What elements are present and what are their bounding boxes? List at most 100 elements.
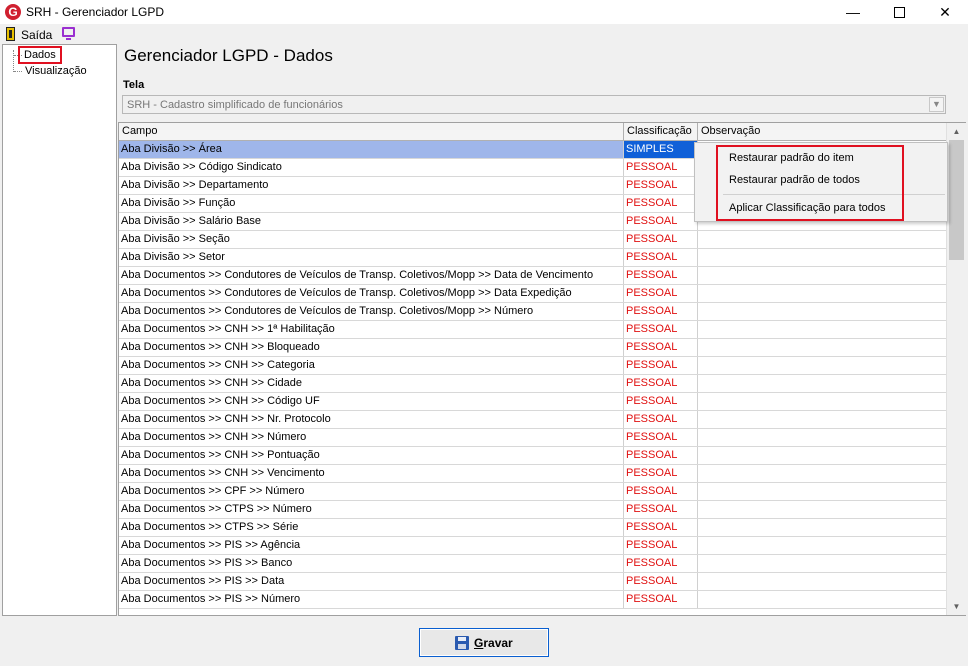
cell-observacao[interactable]: [698, 393, 947, 410]
cell-observacao[interactable]: [698, 357, 947, 374]
cell-observacao[interactable]: [698, 303, 947, 320]
table-row[interactable]: Aba Documentos >> CTPS >> Série PESSOAL: [119, 519, 947, 537]
cell-classificacao[interactable]: PESSOAL: [624, 249, 698, 266]
cell-classificacao[interactable]: PESSOAL: [624, 267, 698, 284]
minimize-button[interactable]: —: [830, 0, 876, 24]
close-button[interactable]: ✕: [922, 0, 968, 24]
cell-classificacao[interactable]: PESSOAL: [624, 375, 698, 392]
cell-classificacao[interactable]: PESSOAL: [624, 429, 698, 446]
cell-classificacao[interactable]: PESSOAL: [624, 393, 698, 410]
table-row[interactable]: Aba Documentos >> PIS >> Número PESSOAL: [119, 591, 947, 609]
cell-observacao[interactable]: [698, 339, 947, 356]
cell-campo[interactable]: Aba Divisão >> Departamento: [119, 177, 624, 194]
cell-campo[interactable]: Aba Documentos >> CPF >> Número: [119, 483, 624, 500]
chevron-down-icon[interactable]: ▼: [929, 97, 944, 112]
table-row[interactable]: Aba Documentos >> CNH >> Categoria PESSOA…: [119, 357, 947, 375]
table-row[interactable]: Aba Documentos >> CNH >> Número PESSOAL: [119, 429, 947, 447]
table-row[interactable]: Aba Documentos >> PIS >> Data PESSOAL: [119, 573, 947, 591]
tela-select[interactable]: SRH - Cadastro simplificado de funcionár…: [122, 95, 946, 114]
cell-campo[interactable]: Aba Documentos >> Condutores de Veículos…: [119, 285, 624, 302]
cell-campo[interactable]: Aba Documentos >> CNH >> Bloqueado: [119, 339, 624, 356]
cell-observacao[interactable]: [698, 573, 947, 590]
cell-classificacao[interactable]: PESSOAL: [624, 573, 698, 590]
table-row[interactable]: Aba Documentos >> CNH >> Pontuação PESSOA…: [119, 447, 947, 465]
table-row[interactable]: Aba Documentos >> PIS >> Banco PESSOAL: [119, 555, 947, 573]
cell-classificacao[interactable]: PESSOAL: [624, 411, 698, 428]
cell-observacao[interactable]: [698, 267, 947, 284]
cell-campo[interactable]: Aba Documentos >> CNH >> Número: [119, 429, 624, 446]
tree-item-dados[interactable]: Dados: [18, 46, 62, 64]
cell-campo[interactable]: Aba Documentos >> PIS >> Banco: [119, 555, 624, 572]
cell-classificacao[interactable]: PESSOAL: [624, 465, 698, 482]
cell-observacao[interactable]: [698, 501, 947, 518]
cell-observacao[interactable]: [698, 537, 947, 554]
cell-campo[interactable]: Aba Divisão >> Código Sindicato: [119, 159, 624, 176]
cell-campo[interactable]: Aba Documentos >> Condutores de Veículos…: [119, 267, 624, 284]
cell-campo[interactable]: Aba Documentos >> PIS >> Agência: [119, 537, 624, 554]
cell-classificacao[interactable]: PESSOAL: [624, 537, 698, 554]
cell-classificacao[interactable]: PESSOAL: [624, 321, 698, 338]
table-row[interactable]: Aba Documentos >> Condutores de Veículos…: [119, 303, 947, 321]
cell-campo[interactable]: Aba Divisão >> Seção: [119, 231, 624, 248]
cell-campo[interactable]: Aba Documentos >> Condutores de Veículos…: [119, 303, 624, 320]
cell-observacao[interactable]: [698, 249, 947, 266]
table-row[interactable]: Aba Divisão >> Seção PESSOAL: [119, 231, 947, 249]
monitor-icon[interactable]: [62, 27, 75, 40]
cell-observacao[interactable]: [698, 321, 947, 338]
tree-item-visualizacao[interactable]: Visualização: [25, 65, 87, 77]
cell-campo[interactable]: Aba Documentos >> CNH >> 1ª Habilitação: [119, 321, 624, 338]
cell-campo[interactable]: Aba Documentos >> CNH >> Nr. Protocolo: [119, 411, 624, 428]
gravar-button[interactable]: Gravar: [419, 628, 549, 657]
exit-door-icon[interactable]: [6, 27, 15, 41]
table-row[interactable]: Aba Documentos >> CTPS >> Número PESSOAL: [119, 501, 947, 519]
cell-classificacao[interactable]: PESSOAL: [624, 591, 698, 608]
cell-classificacao[interactable]: PESSOAL: [624, 159, 698, 176]
cell-classificacao[interactable]: PESSOAL: [624, 519, 698, 536]
table-row[interactable]: Aba Documentos >> CPF >> Número PESSOAL: [119, 483, 947, 501]
cell-observacao[interactable]: [698, 429, 947, 446]
column-header-observacao[interactable]: Observação: [698, 123, 947, 140]
cell-classificacao[interactable]: PESSOAL: [624, 357, 698, 374]
table-row[interactable]: Aba Documentos >> CNH >> Bloqueado PESSOA…: [119, 339, 947, 357]
cell-observacao[interactable]: [698, 411, 947, 428]
table-row[interactable]: Aba Documentos >> Condutores de Veículos…: [119, 267, 947, 285]
cell-campo[interactable]: Aba Divisão >> Função: [119, 195, 624, 212]
cell-observacao[interactable]: [698, 465, 947, 482]
cell-campo[interactable]: Aba Documentos >> PIS >> Número: [119, 591, 624, 608]
cell-classificacao[interactable]: PESSOAL: [624, 285, 698, 302]
table-row[interactable]: Aba Documentos >> CNH >> Nr. Protocolo PE…: [119, 411, 947, 429]
cell-campo[interactable]: Aba Documentos >> CTPS >> Número: [119, 501, 624, 518]
cell-campo[interactable]: Aba Documentos >> CNH >> Categoria: [119, 357, 624, 374]
grid-vertical-scrollbar[interactable]: ▲ ▼: [946, 123, 966, 615]
cell-classificacao[interactable]: PESSOAL: [624, 555, 698, 572]
table-row[interactable]: Aba Documentos >> Condutores de Veículos…: [119, 285, 947, 303]
cell-classificacao[interactable]: PESSOAL: [624, 231, 698, 248]
cell-campo[interactable]: Aba Divisão >> Salário Base: [119, 213, 624, 230]
cell-classificacao[interactable]: PESSOAL: [624, 339, 698, 356]
cell-observacao[interactable]: [698, 375, 947, 392]
cell-campo[interactable]: Aba Documentos >> CTPS >> Série: [119, 519, 624, 536]
cell-observacao[interactable]: [698, 555, 947, 572]
cell-observacao[interactable]: [698, 231, 947, 248]
cell-observacao[interactable]: [698, 483, 947, 500]
cell-classificacao[interactable]: PESSOAL: [624, 483, 698, 500]
exit-button[interactable]: Saída: [21, 28, 52, 42]
cell-campo[interactable]: Aba Documentos >> CNH >> Cidade: [119, 375, 624, 392]
cell-campo[interactable]: Aba Documentos >> PIS >> Data: [119, 573, 624, 590]
cell-classificacao[interactable]: PESSOAL: [624, 213, 698, 230]
cell-classificacao[interactable]: PESSOAL: [624, 177, 698, 194]
table-row[interactable]: Aba Divisão >> Setor PESSOAL: [119, 249, 947, 267]
table-row[interactable]: Aba Documentos >> CNH >> Código UF PESSOA…: [119, 393, 947, 411]
scroll-up-icon[interactable]: ▲: [947, 123, 966, 140]
scroll-thumb[interactable]: [949, 140, 964, 260]
cell-campo[interactable]: Aba Documentos >> CNH >> Vencimento: [119, 465, 624, 482]
cell-classificacao[interactable]: PESSOAL: [624, 447, 698, 464]
column-header-classificacao[interactable]: Classificação: [624, 123, 698, 140]
cell-observacao[interactable]: [698, 285, 947, 302]
table-row[interactable]: Aba Documentos >> CNH >> Vencimento PESSO…: [119, 465, 947, 483]
cell-campo[interactable]: Aba Documentos >> CNH >> Pontuação: [119, 447, 624, 464]
scroll-down-icon[interactable]: ▼: [947, 598, 966, 615]
cell-campo[interactable]: Aba Divisão >> Setor: [119, 249, 624, 266]
cell-campo[interactable]: Aba Divisão >> Área: [119, 141, 624, 158]
cell-classificacao[interactable]: PESSOAL: [624, 303, 698, 320]
